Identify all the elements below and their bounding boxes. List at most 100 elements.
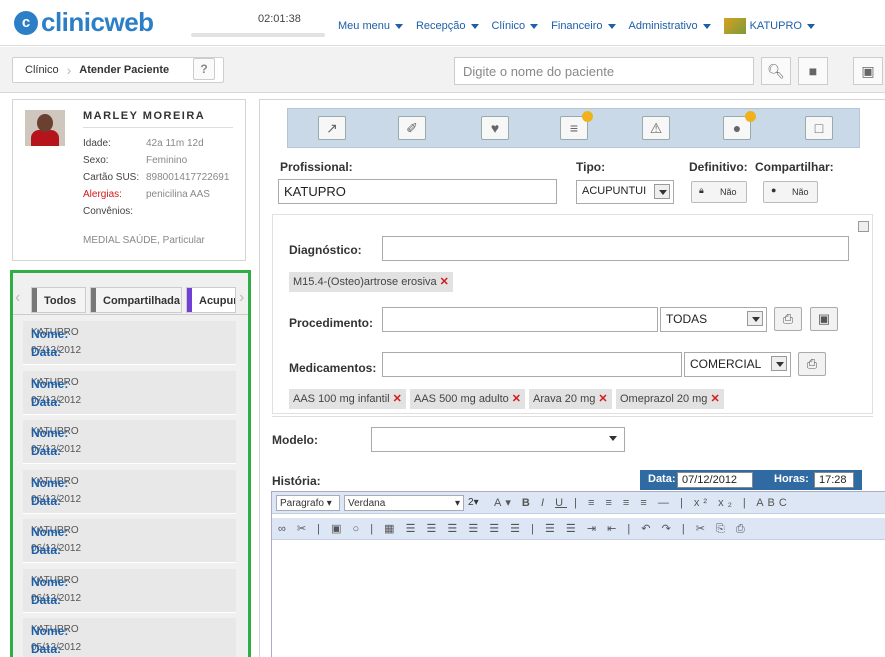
main-panel: ↗ ✐ ♥ ≡ ⚠ ● □ Profissional: KATUPRO Tipo… bbox=[259, 99, 885, 657]
nav-meu-menu[interactable]: Meu menu bbox=[338, 18, 403, 34]
font-size-select[interactable]: 2▾ bbox=[468, 495, 488, 511]
format-select[interactable]: Paragrafo ▾ bbox=[276, 495, 340, 511]
history-editor[interactable]: Paragrafo ▾ Verdana ▾ 2▾ A▾ B I U | ≡ ≡ ≡… bbox=[271, 491, 885, 657]
patient-search-input[interactable]: Digite o nome do paciente bbox=[454, 57, 754, 85]
share-toggle[interactable]: ● Não bbox=[763, 181, 818, 203]
palette-icon[interactable]: ● bbox=[723, 111, 756, 140]
remove-icon[interactable]: ✕ bbox=[512, 393, 521, 405]
patient-photo bbox=[25, 110, 65, 146]
history-item[interactable]: Nome: KATUPRO Data: 06/12/2012 bbox=[23, 519, 236, 563]
notification-dot bbox=[582, 111, 593, 122]
remove-icon[interactable]: ✕ bbox=[710, 393, 719, 405]
professional-field[interactable]: KATUPRO bbox=[278, 179, 557, 204]
date-field[interactable]: 07/12/2012 bbox=[677, 472, 753, 488]
medications-label: Medicamentos: bbox=[289, 361, 377, 375]
history-item[interactable]: Nome: KATUPRO Data: 06/12/2012 bbox=[23, 568, 236, 613]
editor-toolbar-1: Paragrafo ▾ Verdana ▾ 2▾ A▾ B I U | ≡ ≡ ≡… bbox=[272, 492, 885, 514]
name-label: Nome: bbox=[31, 327, 69, 341]
procedure-label: Procedimento: bbox=[289, 316, 374, 330]
chart-icon[interactable]: ↗ bbox=[318, 116, 346, 140]
tab-next-icon[interactable]: › bbox=[239, 289, 244, 307]
history-item[interactable]: Nome: KATUPRO Data: 06/12/2012 bbox=[23, 469, 236, 514]
main-nav: Meu menu Recepção Clínico Financeiro Adm… bbox=[338, 18, 828, 34]
document-icon[interactable]: ■ bbox=[798, 57, 828, 85]
remove-icon[interactable]: ✕ bbox=[598, 393, 607, 405]
app-logo[interactable]: c clinicweb bbox=[14, 7, 154, 38]
type-label: Tipo: bbox=[576, 160, 606, 174]
procedure-input[interactable] bbox=[382, 307, 658, 332]
definitive-label: Definitivo: bbox=[689, 160, 748, 174]
stop-icon[interactable]: ▣ bbox=[810, 307, 838, 331]
syringe-icon[interactable]: ✐ bbox=[398, 116, 426, 140]
patient-card: MARLEY MOREIRA Idade: 42a 11m 12d Sexo: Fe… bbox=[12, 99, 246, 261]
user-icon: ● bbox=[771, 185, 777, 195]
remove-icon[interactable]: ✕ bbox=[440, 276, 449, 288]
record-toolbar: ↗ ✐ ♥ ≡ ⚠ ● □ bbox=[287, 108, 860, 148]
print-icon[interactable]: ⎙ bbox=[798, 352, 826, 376]
model-select[interactable] bbox=[371, 427, 625, 452]
help-icon[interactable]: ? bbox=[193, 58, 215, 80]
tab-prev-icon[interactable]: ‹ bbox=[15, 289, 20, 307]
procedure-filter-select[interactable]: TODAS bbox=[660, 307, 767, 332]
medications-filter-select[interactable]: COMERCIAL bbox=[684, 352, 791, 377]
history-item[interactable]: Nome: KATUPRO Data: 07/12/2012 bbox=[23, 420, 236, 464]
insert-format-icons[interactable]: ∞ ✂ | ▣ ○ | ▦ ☰ ☰ ☰ ☰ ☰ ☰ | ☰ ☰ ⇥ ⇤ | ↶ … bbox=[278, 522, 749, 536]
lab-results-icon[interactable]: ≡ bbox=[560, 111, 593, 140]
diagnosis-input[interactable] bbox=[382, 236, 849, 261]
hours-field[interactable]: 17:28 bbox=[814, 472, 854, 488]
breadcrumb-separator-icon: › bbox=[66, 62, 72, 78]
user-menu[interactable]: KATUPRO bbox=[723, 18, 815, 34]
print-icon[interactable]: ⎙ bbox=[774, 307, 802, 331]
patient-insurance-value: MEDIAL SAÚDE, Particular bbox=[83, 235, 205, 246]
warning-icon[interactable]: ⚠ bbox=[642, 116, 670, 140]
search-icon[interactable]: 🔍︎ bbox=[761, 57, 791, 85]
toolbar: Clínico › Atender Paciente ? Digite o no… bbox=[0, 47, 885, 93]
patient-age: Idade: 42a 11m 12d bbox=[83, 138, 204, 149]
save-icon[interactable]: ▣ bbox=[853, 57, 883, 85]
chevron-down-icon bbox=[806, 23, 815, 29]
date-label: Data: bbox=[31, 493, 62, 508]
nav-administrativo[interactable]: Administrativo bbox=[629, 18, 711, 34]
chevron-down-icon bbox=[702, 23, 711, 29]
date-label: Data: bbox=[31, 642, 62, 656]
tab-todos[interactable]: Todos bbox=[31, 287, 86, 313]
blank-tool-icon[interactable]: □ bbox=[805, 116, 833, 140]
model-label: Modelo: bbox=[272, 433, 318, 447]
heart-icon[interactable]: ♥ bbox=[481, 116, 509, 140]
collapse-icon[interactable] bbox=[858, 221, 869, 232]
dropdown-icon bbox=[747, 311, 763, 326]
user-avatar bbox=[723, 18, 746, 34]
logo-icon: c bbox=[14, 10, 38, 35]
diagnosis-label: Diagnóstico: bbox=[289, 243, 362, 257]
nav-clinico[interactable]: Clínico bbox=[492, 18, 539, 34]
type-select[interactable]: ACUPUNTUI bbox=[576, 180, 674, 204]
nav-recepcao[interactable]: Recepção bbox=[416, 18, 479, 34]
history-item[interactable]: Nome: KATUPRO Data: 05/12/2012 bbox=[23, 618, 236, 657]
nav-financeiro[interactable]: Financeiro bbox=[551, 18, 616, 34]
remove-icon[interactable]: ✕ bbox=[393, 393, 402, 405]
chevron-down-icon bbox=[607, 23, 616, 29]
name-label: Nome: bbox=[31, 426, 69, 440]
history-item[interactable]: Nome: KATUPRO Data: 07/12/2012 bbox=[23, 370, 236, 415]
patient-sex: Sexo: Feminino bbox=[83, 155, 188, 166]
tab-acupuntura[interactable]: Acupuntura bbox=[186, 287, 236, 313]
history-item[interactable]: Nome: KATUPRO Data: 07/12/2012 bbox=[23, 321, 236, 365]
patient-name: MARLEY MOREIRA bbox=[83, 110, 206, 122]
notification-dot bbox=[745, 111, 756, 122]
dropdown-icon bbox=[654, 184, 670, 199]
font-select[interactable]: Verdana ▾ bbox=[344, 495, 464, 511]
tab-compartilhada[interactable]: Compartilhada bbox=[90, 287, 182, 313]
medications-input[interactable] bbox=[382, 352, 682, 377]
history-panel: ‹ Todos Compartilhada Acupuntura › Nome:… bbox=[10, 270, 251, 657]
date-label: Data: bbox=[31, 543, 62, 557]
patient-insurance: Convênios: bbox=[83, 206, 134, 217]
definitive-toggle[interactable]: 🔒︎ Não bbox=[691, 181, 747, 203]
diagnosis-tag: M15.4-(Osteo)artrose erosiva ✕ bbox=[289, 272, 453, 292]
medication-tag: Arava 20 mg ✕ bbox=[529, 389, 612, 409]
text-format-icons[interactable]: A▾ B I U | ≡ ≡ ≡ ≡ — | x² x₂ | ABC bbox=[494, 496, 791, 509]
breadcrumb-root[interactable]: Clínico bbox=[13, 64, 67, 76]
date-label: Data: bbox=[31, 345, 62, 359]
dropdown-icon bbox=[771, 356, 787, 371]
date-label: Data: bbox=[31, 394, 62, 409]
medication-tag: Omeprazol 20 mg ✕ bbox=[616, 389, 724, 409]
